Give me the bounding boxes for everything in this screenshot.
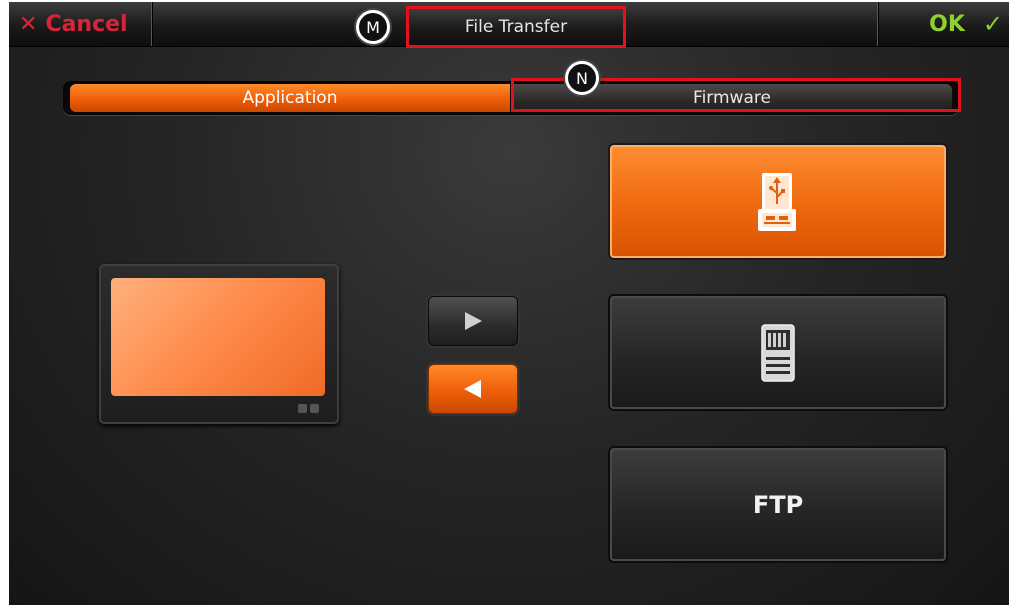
device-indicator xyxy=(310,404,319,413)
play-right-icon xyxy=(465,312,482,330)
divider xyxy=(877,2,878,46)
divider xyxy=(151,2,152,46)
cancel-label: Cancel xyxy=(45,11,128,37)
sd-card-icon xyxy=(761,323,795,382)
usb-drive-icon xyxy=(758,172,796,231)
transfer-from-device-button[interactable] xyxy=(428,364,518,414)
tab-application[interactable]: Application xyxy=(70,84,510,112)
device-indicator xyxy=(298,404,307,413)
play-left-icon xyxy=(464,380,481,398)
usb-source-button[interactable] xyxy=(610,145,946,258)
ftp-source-button[interactable]: FTP xyxy=(610,448,946,561)
file-transfer-screen: ✕ Cancel OK ✓ File Transfer M Applicatio… xyxy=(9,2,1009,605)
transfer-to-device-button[interactable] xyxy=(428,296,518,346)
ok-label: OK xyxy=(929,11,965,37)
device-screen xyxy=(111,278,325,396)
checkmark-icon: ✓ xyxy=(982,10,1003,38)
annotation-marker-m: M xyxy=(356,10,390,44)
device-panel xyxy=(99,264,339,424)
sd-card-source-button[interactable] xyxy=(610,296,946,409)
page-title: File Transfer xyxy=(406,6,626,48)
annotation-marker-n: N xyxy=(565,61,599,95)
cancel-button[interactable]: ✕ Cancel xyxy=(9,2,151,46)
close-icon: ✕ xyxy=(19,11,38,37)
tab-bar: Application Firmware xyxy=(63,81,959,115)
ok-button[interactable]: OK ✓ xyxy=(879,2,1009,46)
